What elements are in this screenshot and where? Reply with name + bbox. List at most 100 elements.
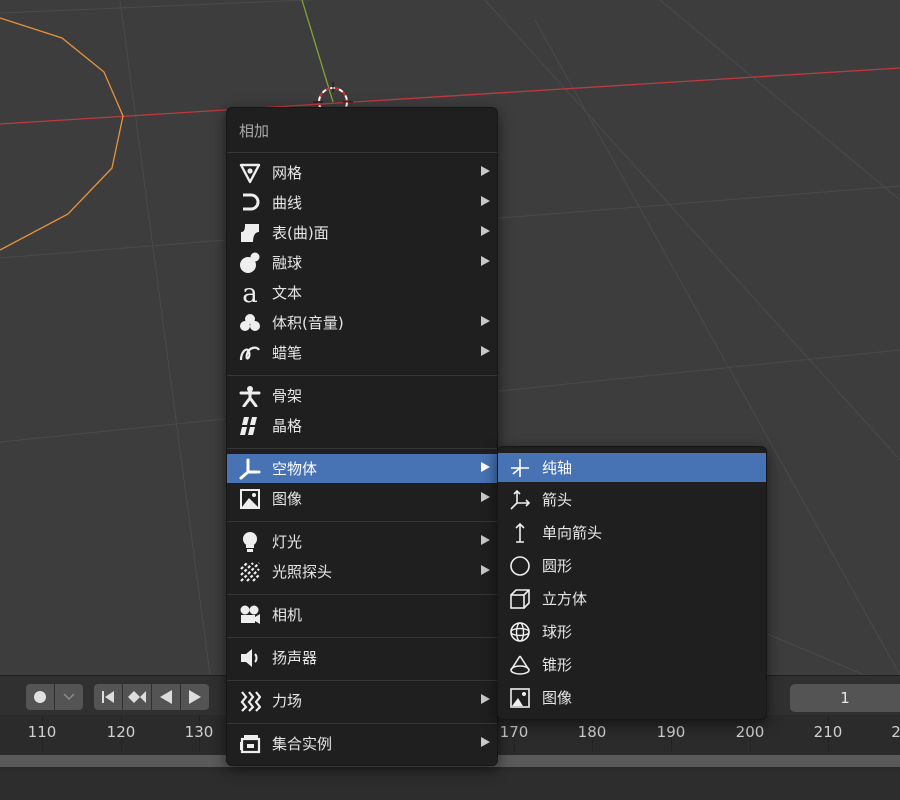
curve-icon — [238, 191, 262, 215]
menu-separator — [227, 723, 497, 724]
menu-item-collection-instance[interactable]: 集合实例 — [227, 729, 497, 759]
current-frame-field[interactable]: 1 — [790, 684, 900, 712]
submenu-item-label: 立方体 — [542, 590, 588, 608]
submenu-item-image[interactable]: 图像 — [498, 683, 766, 713]
menu-item-label: 相机 — [272, 606, 303, 624]
submenu-item-cone[interactable]: 锥形 — [498, 650, 766, 680]
menu-item-curve[interactable]: 曲线 — [227, 188, 497, 218]
submenu-arrow-icon — [481, 535, 490, 545]
submenu-arrow-icon — [481, 737, 490, 747]
image-icon — [238, 487, 262, 511]
single-arrow-icon — [508, 521, 532, 545]
volume-icon — [238, 311, 262, 335]
add-menu: 相加 网格 曲线 表(曲)面 融球 a 文本 体积(音量) 蜡笔 骨架 晶格 空… — [226, 107, 498, 766]
menu-item-image[interactable]: 图像 — [227, 484, 497, 514]
menu-item-volume[interactable]: 体积(音量) — [227, 308, 497, 338]
menu-item-surface[interactable]: 表(曲)面 — [227, 218, 497, 248]
menu-item-empty[interactable]: 空物体 — [227, 454, 497, 483]
arrows-icon — [508, 488, 532, 512]
menu-item-label: 融球 — [272, 254, 303, 272]
menu-separator — [227, 637, 497, 638]
menu-item-metaball[interactable]: 融球 — [227, 248, 497, 278]
cube-icon — [508, 587, 532, 611]
tick-label: 110 — [27, 723, 57, 741]
menu-item-light[interactable]: 灯光 — [227, 527, 497, 557]
menu-item-label: 光照探头 — [272, 563, 333, 581]
menu-item-grease-pencil[interactable]: 蜡笔 — [227, 338, 497, 368]
play-button[interactable] — [181, 684, 209, 710]
tick-label: 120 — [106, 723, 136, 741]
sphere-icon — [508, 620, 532, 644]
prev-keyframe-button[interactable] — [123, 684, 151, 710]
submenu-arrow-icon — [481, 462, 490, 472]
menu-item-force-field[interactable]: 力场 — [227, 686, 497, 716]
menu-item-camera[interactable]: 相机 — [227, 600, 497, 630]
menu-separator — [227, 594, 497, 595]
menu-item-speaker[interactable]: 扬声器 — [227, 643, 497, 673]
menu-item-label: 晶格 — [272, 417, 303, 435]
jump-start-button[interactable] — [94, 684, 122, 710]
menu-item-light-probe[interactable]: 光照探头 — [227, 557, 497, 587]
submenu-item-label: 锥形 — [542, 656, 573, 674]
menu-item-label: 骨架 — [272, 387, 303, 405]
selected-object-outline — [0, 17, 124, 251]
menu-separator — [227, 375, 497, 376]
menu-item-armature[interactable]: 骨架 — [227, 381, 497, 411]
svg-text:a: a — [242, 281, 258, 305]
menu-item-label: 空物体 — [272, 460, 318, 478]
submenu-arrow-icon — [481, 166, 490, 176]
menu-item-label: 扬声器 — [272, 649, 318, 667]
image-empty-icon — [508, 686, 532, 710]
submenu-arrow-icon — [481, 565, 490, 575]
submenu-item-single-arrow[interactable]: 单向箭头 — [498, 518, 766, 548]
keying-dropdown-button[interactable] — [55, 684, 83, 710]
jump-start-icon — [102, 691, 114, 703]
menu-title: 相加 — [239, 122, 270, 140]
play-reverse-button[interactable] — [152, 684, 180, 710]
menu-item-label: 网格 — [272, 164, 303, 182]
menu-item-mesh[interactable]: 网格 — [227, 158, 497, 188]
metaball-icon — [238, 251, 262, 275]
force-field-icon — [238, 689, 262, 713]
menu-item-label: 体积(音量) — [272, 314, 344, 332]
submenu-item-cube[interactable]: 立方体 — [498, 584, 766, 614]
light-icon — [238, 530, 262, 554]
submenu-arrow-icon — [481, 694, 490, 704]
submenu-item-label: 单向箭头 — [542, 524, 603, 542]
menu-separator — [227, 152, 497, 153]
play-reverse-icon — [160, 690, 172, 704]
submenu-item-circle[interactable]: 圆形 — [498, 551, 766, 581]
lattice-icon — [238, 414, 262, 438]
y-axis-line — [301, 0, 334, 103]
grease-pencil-icon — [238, 341, 262, 365]
menu-item-label: 力场 — [272, 692, 303, 710]
camera-icon — [238, 603, 262, 627]
prev-keyframe-icon — [128, 691, 146, 703]
menu-separator — [227, 521, 497, 522]
submenu-arrow-icon — [481, 492, 490, 502]
submenu-item-arrows[interactable]: 箭头 — [498, 485, 766, 515]
submenu-arrow-icon — [481, 346, 490, 356]
submenu-item-plain-axes[interactable]: 纯轴 — [498, 453, 766, 482]
submenu-item-sphere[interactable]: 球形 — [498, 617, 766, 647]
empty-icon — [238, 457, 262, 481]
light-probe-icon — [238, 560, 262, 584]
submenu-item-label: 图像 — [542, 689, 573, 707]
submenu-item-label: 纯轴 — [542, 459, 573, 477]
timeline-lower-region — [0, 771, 900, 800]
empty-submenu: 纯轴 箭头 单向箭头 圆形 立方体 球形 锥形 图像 — [497, 446, 767, 720]
menu-item-text[interactable]: a 文本 — [227, 278, 497, 308]
tick-label: 190 — [656, 723, 686, 741]
auto-keying-button[interactable] — [26, 684, 54, 710]
cone-icon — [508, 653, 532, 677]
menu-item-label: 曲线 — [272, 194, 303, 212]
submenu-arrow-icon — [481, 316, 490, 326]
submenu-item-label: 圆形 — [542, 557, 573, 575]
menu-item-label: 灯光 — [272, 533, 303, 551]
tick-label: 200 — [735, 723, 765, 741]
menu-separator — [227, 448, 497, 449]
tick-label: 130 — [184, 723, 214, 741]
menu-item-lattice[interactable]: 晶格 — [227, 411, 497, 441]
chevron-down-icon — [63, 693, 75, 701]
menu-item-label: 图像 — [272, 490, 303, 508]
